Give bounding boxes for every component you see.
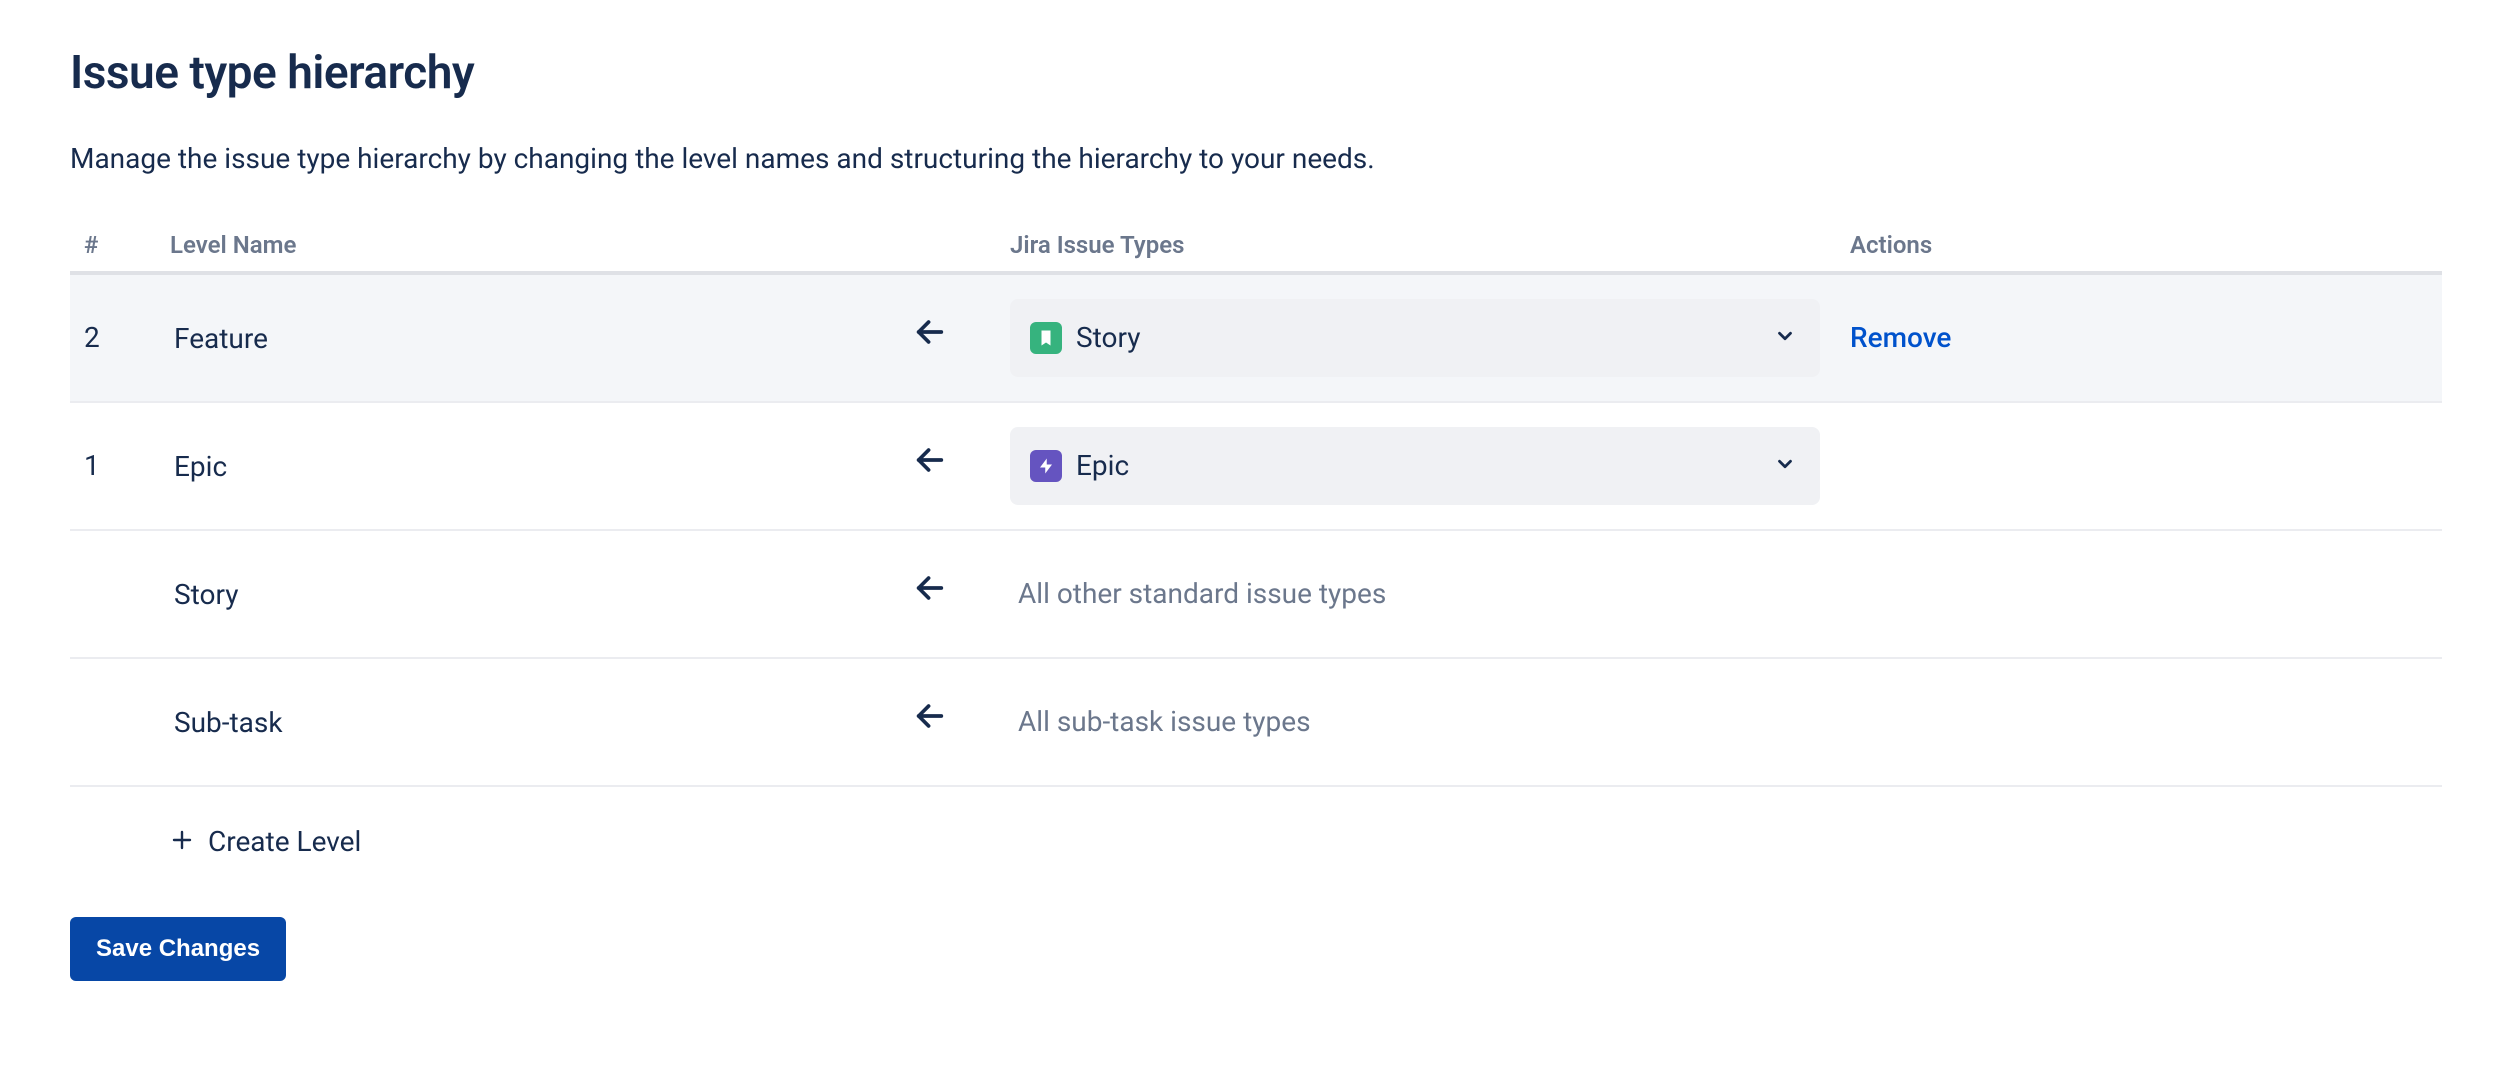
create-level-label: Create Level — [208, 822, 361, 863]
plus-icon — [170, 828, 194, 857]
page-description: Manage the issue type hierarchy by chang… — [70, 139, 2442, 180]
level-name-input[interactable] — [170, 312, 782, 365]
save-button[interactable]: Save Changes — [70, 917, 286, 981]
issue-type-text: All sub-task issue types — [1010, 702, 1850, 743]
create-level-button[interactable]: Create Level — [170, 822, 2442, 863]
arrow-left-icon — [913, 315, 947, 361]
issue-type-select[interactable]: Story — [1010, 299, 1820, 377]
header-name: Level Name — [170, 228, 850, 263]
chevron-down-icon — [1774, 446, 1796, 487]
hierarchy-table: # Level Name Jira Issue Types Actions 2 — [70, 219, 2442, 897]
header-num: # — [70, 228, 170, 263]
header-actions: Actions — [1850, 228, 2442, 263]
row-num: 1 — [70, 446, 170, 487]
row-num: 2 — [70, 318, 170, 359]
header-types: Jira Issue Types — [1010, 228, 1850, 263]
arrow-left-icon — [913, 571, 947, 617]
table-header: # Level Name Jira Issue Types Actions — [70, 219, 2442, 275]
table-row: 2 Story — [70, 275, 2442, 403]
level-name-input[interactable] — [170, 568, 782, 621]
chevron-down-icon — [1774, 318, 1796, 359]
level-name-input[interactable] — [170, 440, 782, 493]
issue-type-text: All other standard issue types — [1010, 574, 1850, 615]
remove-button[interactable]: Remove — [1850, 321, 1951, 354]
epic-icon — [1030, 450, 1062, 482]
issue-type-select[interactable]: Epic — [1010, 427, 1820, 505]
page: Issue type hierarchy Manage the issue ty… — [0, 0, 2512, 1041]
select-label: Epic — [1076, 446, 1129, 487]
story-icon — [1030, 322, 1062, 354]
arrow-left-icon — [913, 699, 947, 745]
level-name-input[interactable] — [170, 696, 782, 749]
select-label: Story — [1076, 318, 1140, 359]
arrow-left-icon — [913, 443, 947, 489]
page-title: Issue type hierarchy — [70, 40, 2442, 107]
table-row: All other standard issue types — [70, 531, 2442, 659]
create-level-row: Create Level — [70, 787, 2442, 897]
table-row: 1 Epic — [70, 403, 2442, 531]
table-row: All sub-task issue types — [70, 659, 2442, 787]
